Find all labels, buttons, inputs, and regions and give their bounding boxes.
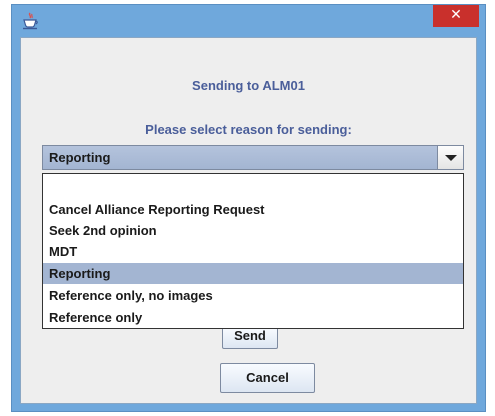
option-blank[interactable] xyxy=(43,175,463,197)
cancel-button[interactable]: Cancel xyxy=(220,363,315,393)
dropdown-arrow-button[interactable] xyxy=(437,146,463,169)
reason-dropdown-list[interactable]: Cancel Alliance Reporting Request Seek 2… xyxy=(42,173,464,329)
cancel-button-label: Cancel xyxy=(246,370,289,385)
option-reporting[interactable]: Reporting xyxy=(43,263,463,284)
reason-select[interactable]: Reporting xyxy=(42,145,464,170)
reason-select-value: Reporting xyxy=(49,150,111,165)
select-prompt: Please select reason for sending: xyxy=(145,122,352,137)
close-icon: ✕ xyxy=(450,7,462,23)
chevron-down-icon xyxy=(445,155,457,161)
option-cancel-alliance-reporting-request[interactable]: Cancel Alliance Reporting Request xyxy=(43,199,463,220)
option-reference-only-no-images[interactable]: Reference only, no images xyxy=(43,285,463,306)
send-button-label: Send xyxy=(234,328,266,343)
dialog-heading: Sending to ALM01 xyxy=(192,78,305,93)
title-bar[interactable]: ✕ xyxy=(12,5,485,37)
option-mdt[interactable]: MDT xyxy=(43,241,463,262)
close-button[interactable]: ✕ xyxy=(433,5,479,27)
option-seek-2nd-opinion[interactable]: Seek 2nd opinion xyxy=(43,220,463,241)
option-reference-only[interactable]: Reference only xyxy=(43,307,463,328)
java-cup-icon xyxy=(23,12,38,30)
send-button[interactable]: Send xyxy=(222,327,278,349)
